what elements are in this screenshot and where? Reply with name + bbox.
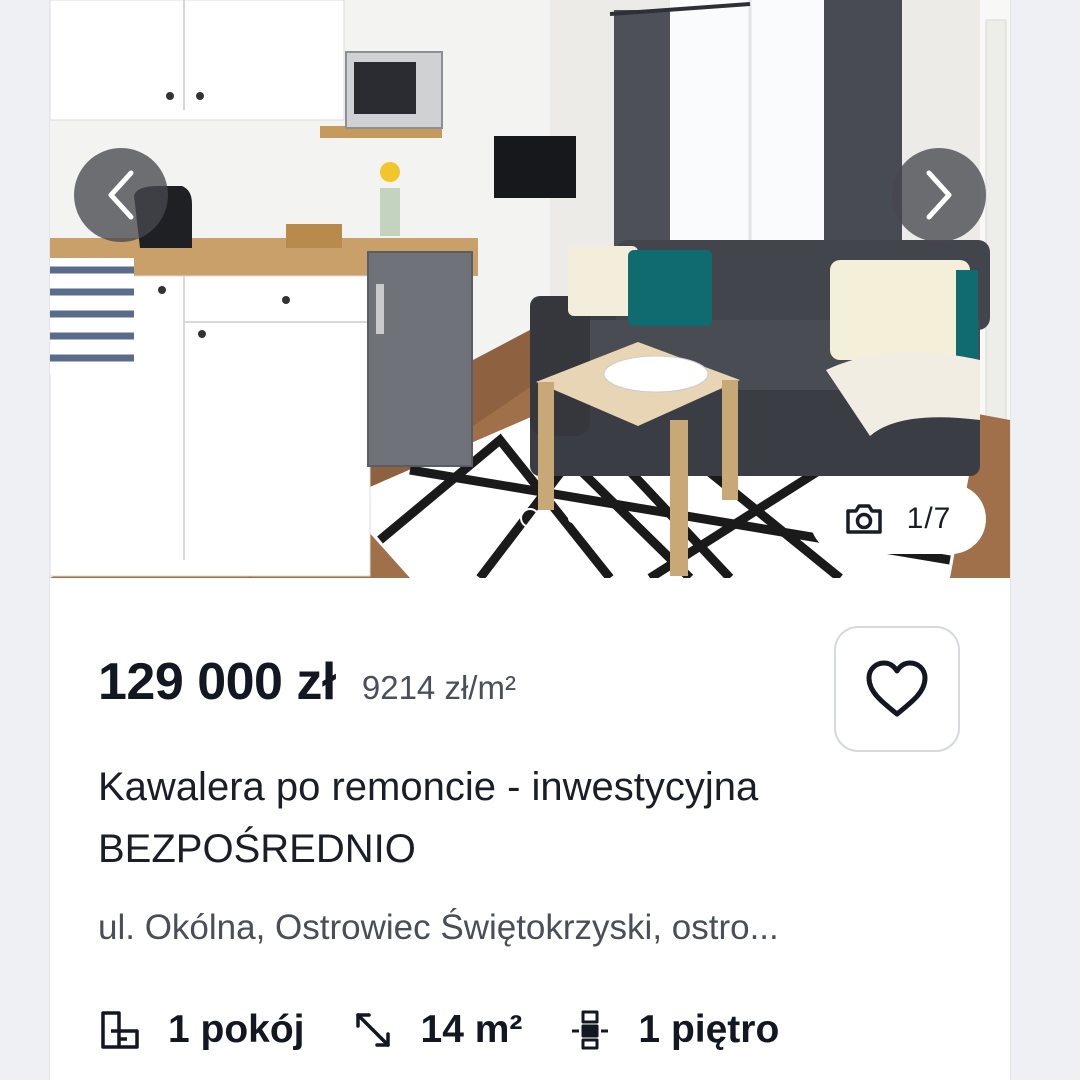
price-per-square-meter: 9214 zł/m² <box>361 669 516 706</box>
feature-rooms-label: 1 pokój <box>168 1008 305 1051</box>
camera-icon <box>845 504 882 534</box>
listing-title[interactable]: Kawalera po remoncie - inwestycyjna BEZP… <box>98 756 948 880</box>
chevron-left-icon <box>108 170 134 220</box>
listing-photo-gallery[interactable]: dom 1/7 <box>50 0 1010 578</box>
listing-card[interactable]: dom 1/7 129 000 zł 9214 zł/m² Kawalera p… <box>50 0 1010 1080</box>
feature-floor-label: 1 piętro <box>638 1008 780 1051</box>
gallery-pagination-dots <box>424 508 621 528</box>
pagination-dot[interactable] <box>520 508 540 528</box>
area-icon <box>351 1008 395 1052</box>
next-photo-button[interactable] <box>892 148 986 242</box>
pagination-dot[interactable] <box>615 515 621 521</box>
listing-price: 129 000 zł <box>98 653 336 711</box>
heart-outline-icon <box>866 660 928 717</box>
feature-area: 14 m² <box>351 1008 523 1052</box>
photo-counter-text: 1/7 <box>906 502 952 535</box>
pagination-dot-active[interactable] <box>424 508 444 528</box>
pagination-dot[interactable] <box>568 513 577 523</box>
chevron-right-icon <box>926 170 952 220</box>
listing-features: 1 pokój 14 m² 1 piętro <box>98 1008 825 1052</box>
price-row: 129 000 zł 9214 zł/m² <box>98 652 516 712</box>
photo-counter-badge[interactable]: 1/7 <box>810 484 986 554</box>
feature-rooms: 1 pokój <box>98 1008 305 1052</box>
feature-area-label: 14 m² <box>420 1008 523 1051</box>
listing-address: ul. Okólna, Ostrowiec Świętokrzyski, ost… <box>98 908 779 947</box>
pagination-dot[interactable] <box>472 508 492 528</box>
rooms-icon <box>98 1008 142 1052</box>
photo-watermark: dom <box>52 528 122 566</box>
floor-icon <box>568 1008 612 1052</box>
feature-floor: 1 piętro <box>568 1008 779 1052</box>
previous-photo-button[interactable] <box>74 148 168 242</box>
add-to-favorites-button[interactable] <box>834 626 960 752</box>
